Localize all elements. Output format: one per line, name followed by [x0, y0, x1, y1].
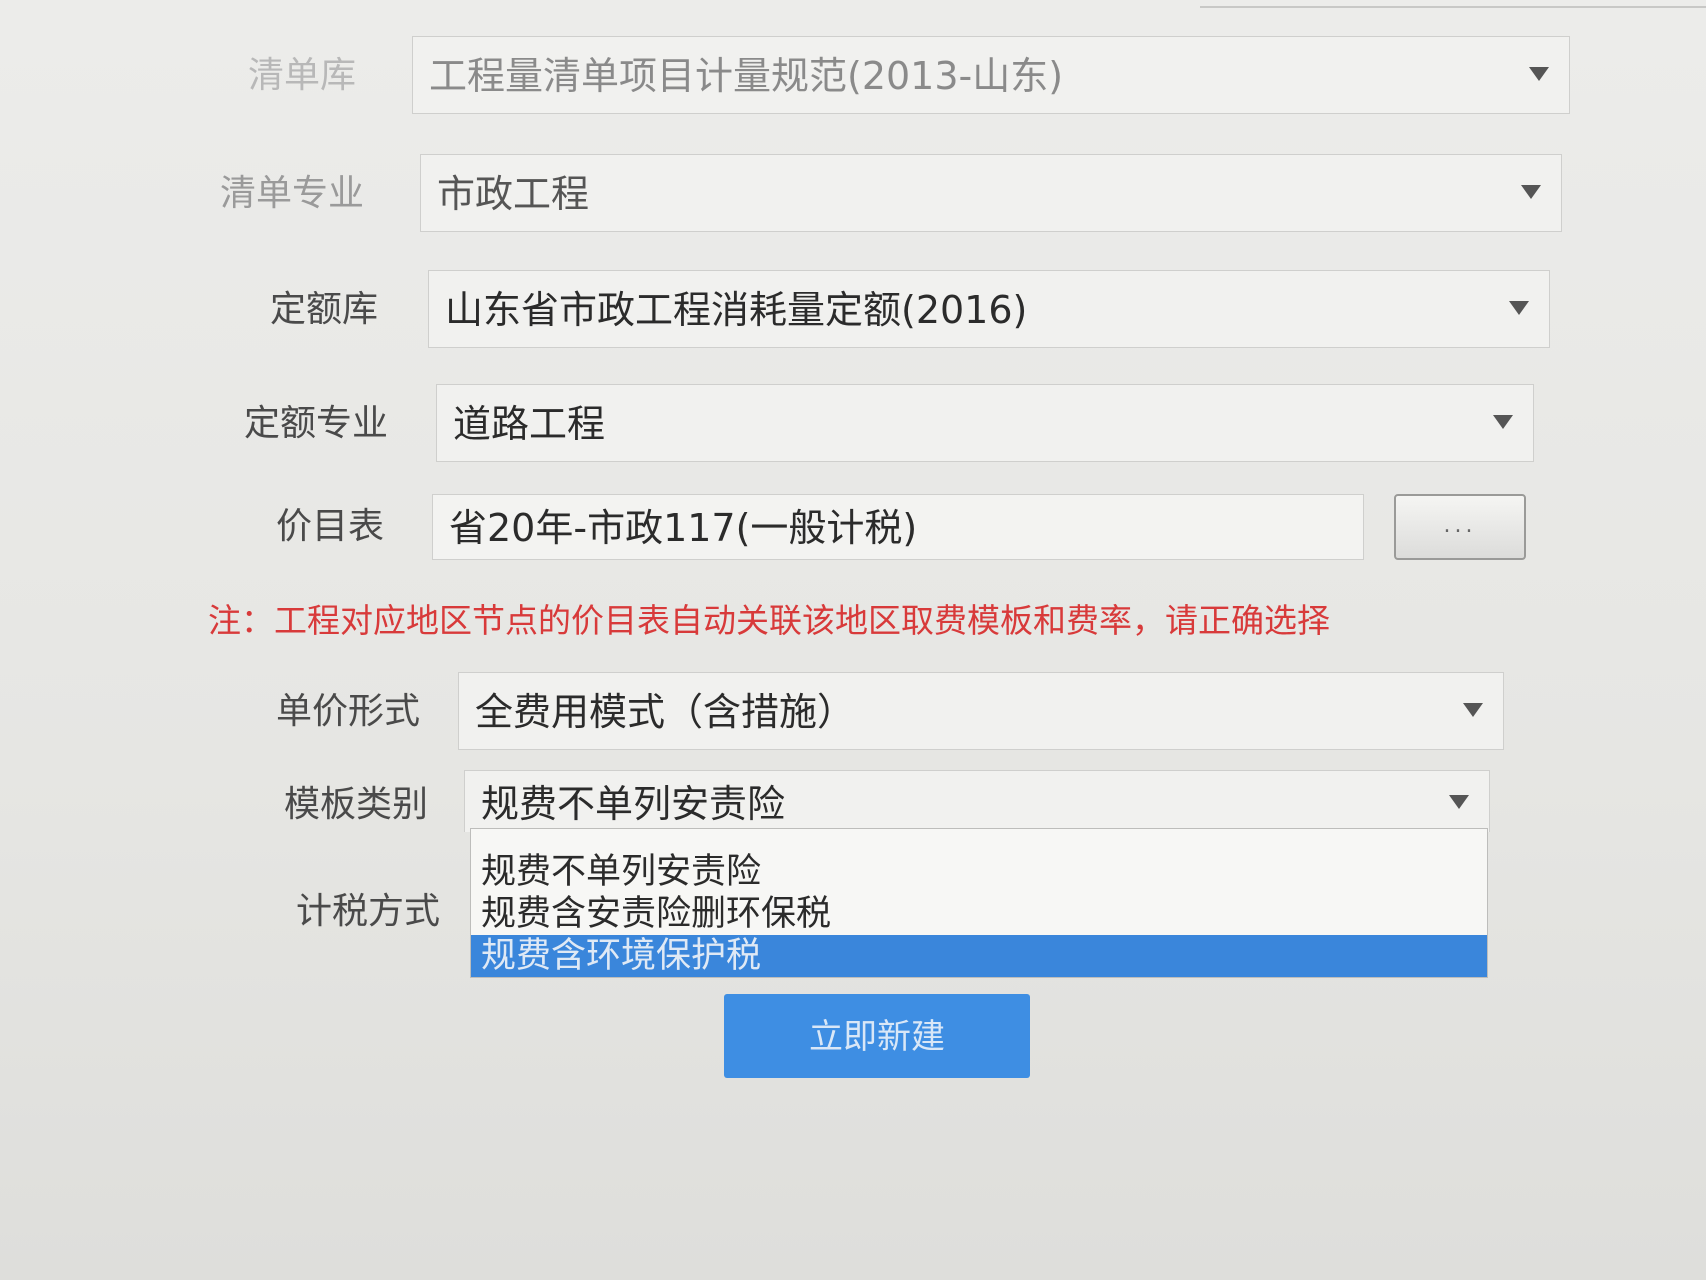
unit-price-form-value: 全费用模式（含措施） — [475, 690, 856, 734]
chevron-down-icon — [1449, 795, 1469, 809]
chevron-down-icon — [1521, 185, 1541, 199]
price-table-value: 省20年-市政117(一般计税) — [449, 506, 918, 550]
chevron-down-icon — [1463, 703, 1483, 717]
list-specialty-label: 清单专业 — [220, 173, 365, 214]
quota-library-label: 定额库 — [270, 289, 379, 330]
template-category-dropdown: 规费不单列安责险 规费含安责险删环保税 规费含环境保护税 — [470, 828, 1488, 978]
list-library-value: 工程量清单项目计量规范(2013-山东) — [429, 54, 1064, 98]
price-table-browse-button[interactable]: ... — [1394, 494, 1526, 560]
quota-library-value: 山东省市政工程消耗量定额(2016) — [445, 288, 1028, 332]
chevron-down-icon — [1493, 415, 1513, 429]
dropdown-option[interactable]: 规费含安责险删环保税 — [471, 893, 1487, 935]
price-table-label: 价目表 — [276, 506, 385, 547]
window-edge — [1200, 0, 1706, 8]
quota-specialty-select[interactable]: 道路工程 — [436, 384, 1534, 462]
template-category-select[interactable]: 规费不单列安责险 — [464, 770, 1490, 832]
tax-method-label: 计税方式 — [296, 891, 441, 932]
chevron-down-icon — [1529, 67, 1549, 81]
unit-price-form-label: 单价形式 — [276, 691, 421, 732]
form-screen: 清单库 工程量清单项目计量规范(2013-山东) 清单专业 市政工程 定额库 山… — [0, 0, 1706, 1280]
template-category-value: 规费不单列安责险 — [481, 782, 786, 826]
price-table-input[interactable]: 省20年-市政117(一般计税) — [432, 494, 1364, 560]
list-specialty-value: 市政工程 — [437, 172, 590, 216]
list-library-label: 清单库 — [248, 55, 357, 96]
chevron-down-icon — [1509, 301, 1529, 315]
template-category-label: 模板类别 — [284, 784, 429, 825]
create-now-button[interactable]: 立即新建 — [724, 994, 1030, 1078]
list-library-select[interactable]: 工程量清单项目计量规范(2013-山东) — [412, 36, 1570, 114]
list-specialty-select[interactable]: 市政工程 — [420, 154, 1562, 232]
dropdown-option-highlighted[interactable]: 规费含环境保护税 — [471, 935, 1487, 977]
quota-specialty-label: 定额专业 — [244, 403, 389, 444]
unit-price-form-select[interactable]: 全费用模式（含措施） — [458, 672, 1504, 750]
quota-specialty-value: 道路工程 — [453, 402, 606, 446]
region-note: 注：工程对应地区节点的价目表自动关联该地区取费模板和费率，请正确选择 — [208, 601, 1330, 640]
dropdown-option[interactable]: 规费不单列安责险 — [471, 851, 1487, 893]
quota-library-select[interactable]: 山东省市政工程消耗量定额(2016) — [428, 270, 1550, 348]
